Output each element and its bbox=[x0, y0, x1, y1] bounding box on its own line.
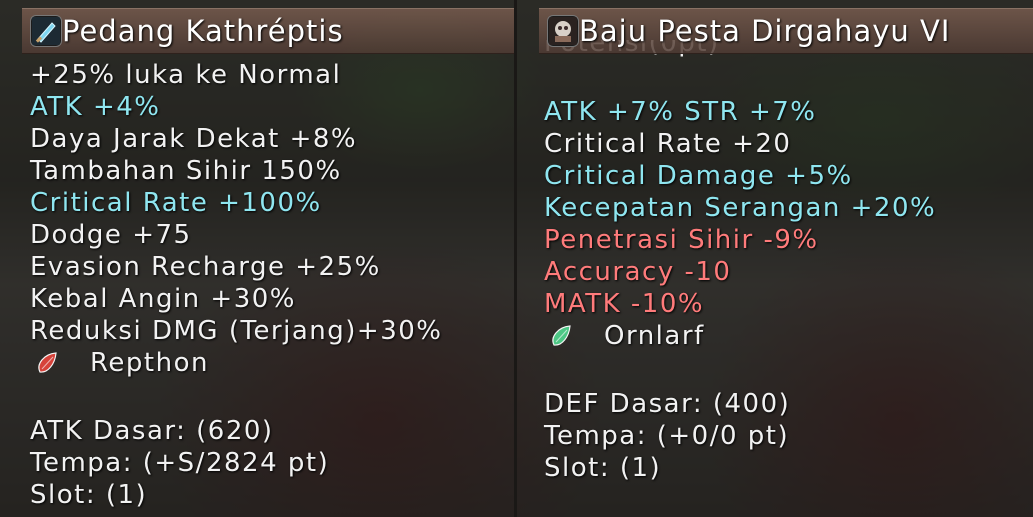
crystal-slot: Repthon bbox=[30, 347, 514, 379]
base-stat-line: DEF Dasar: (400) bbox=[544, 389, 791, 419]
stat-list: +25% luka ke Normal ATK +4% Daya Jarak Dek… bbox=[30, 59, 514, 511]
red-crystal-icon bbox=[34, 350, 60, 376]
crystal-slot: Ornlarf bbox=[544, 320, 1033, 352]
stat-list: ATK +7% STR +7% Critical Rate +20 Critical… bbox=[544, 96, 1033, 484]
stat-line: Reduksi DMG (Terjang)+30% bbox=[30, 316, 443, 346]
item-title: Baju Pesta Dirgahayu VI bbox=[579, 14, 951, 48]
item-title: Pedang Kathréptis bbox=[62, 14, 344, 48]
item-tooltip-weapon: Pedang Kathréptis +25% luka ke Normal ATK… bbox=[0, 0, 514, 517]
stat-line: Dodge +75 bbox=[30, 220, 192, 250]
stat-line: Penetrasi Sihir -9% bbox=[544, 225, 819, 255]
stat-line: Accuracy -10 bbox=[544, 257, 732, 287]
stat-line: MATK -10% bbox=[544, 289, 705, 319]
stat-line: Critical Rate +100% bbox=[30, 188, 322, 218]
stat-line: Critical Rate +20 bbox=[544, 129, 792, 159]
tooltip-title-bar: Baju Pesta Dirgahayu VI bbox=[539, 8, 1033, 54]
stat-line: +25% luka ke Normal bbox=[30, 60, 342, 90]
stat-line: Kecepatan Serangan +20% bbox=[544, 193, 937, 223]
stat-line: ATK +4% bbox=[30, 92, 161, 122]
stat-line: Daya Jarak Dekat +8% bbox=[30, 124, 358, 154]
stat-line: Evasion Recharge +25% bbox=[30, 252, 381, 282]
stat-line: Kebal Angin +30% bbox=[30, 284, 296, 314]
armor-icon bbox=[547, 15, 579, 47]
crystal-name: Repthon bbox=[90, 348, 209, 378]
base-stat-line: Tempa: (+S/2824 pt) bbox=[30, 448, 330, 478]
base-stat-line: ATK Dasar: (620) bbox=[30, 416, 274, 446]
base-stat-line: Slot: (1) bbox=[30, 480, 148, 510]
base-stat-line: Tempa: (+0/0 pt) bbox=[544, 421, 790, 451]
green-crystal-icon bbox=[548, 323, 574, 349]
base-stat-line: Slot: (1) bbox=[544, 453, 662, 483]
crystal-name: Ornlarf bbox=[604, 321, 705, 351]
stat-line: Tambahan Sihir 150% bbox=[30, 156, 342, 186]
tooltip-title-bar: Pedang Kathréptis bbox=[22, 8, 514, 54]
stat-line: Critical Damage +5% bbox=[544, 161, 853, 191]
sword-icon bbox=[30, 15, 62, 47]
item-tooltip-armor: Potensi(0pt) Baju Pesta Dirgahayu VI ATK… bbox=[517, 0, 1033, 517]
stat-line: ATK +7% STR +7% bbox=[544, 97, 817, 127]
